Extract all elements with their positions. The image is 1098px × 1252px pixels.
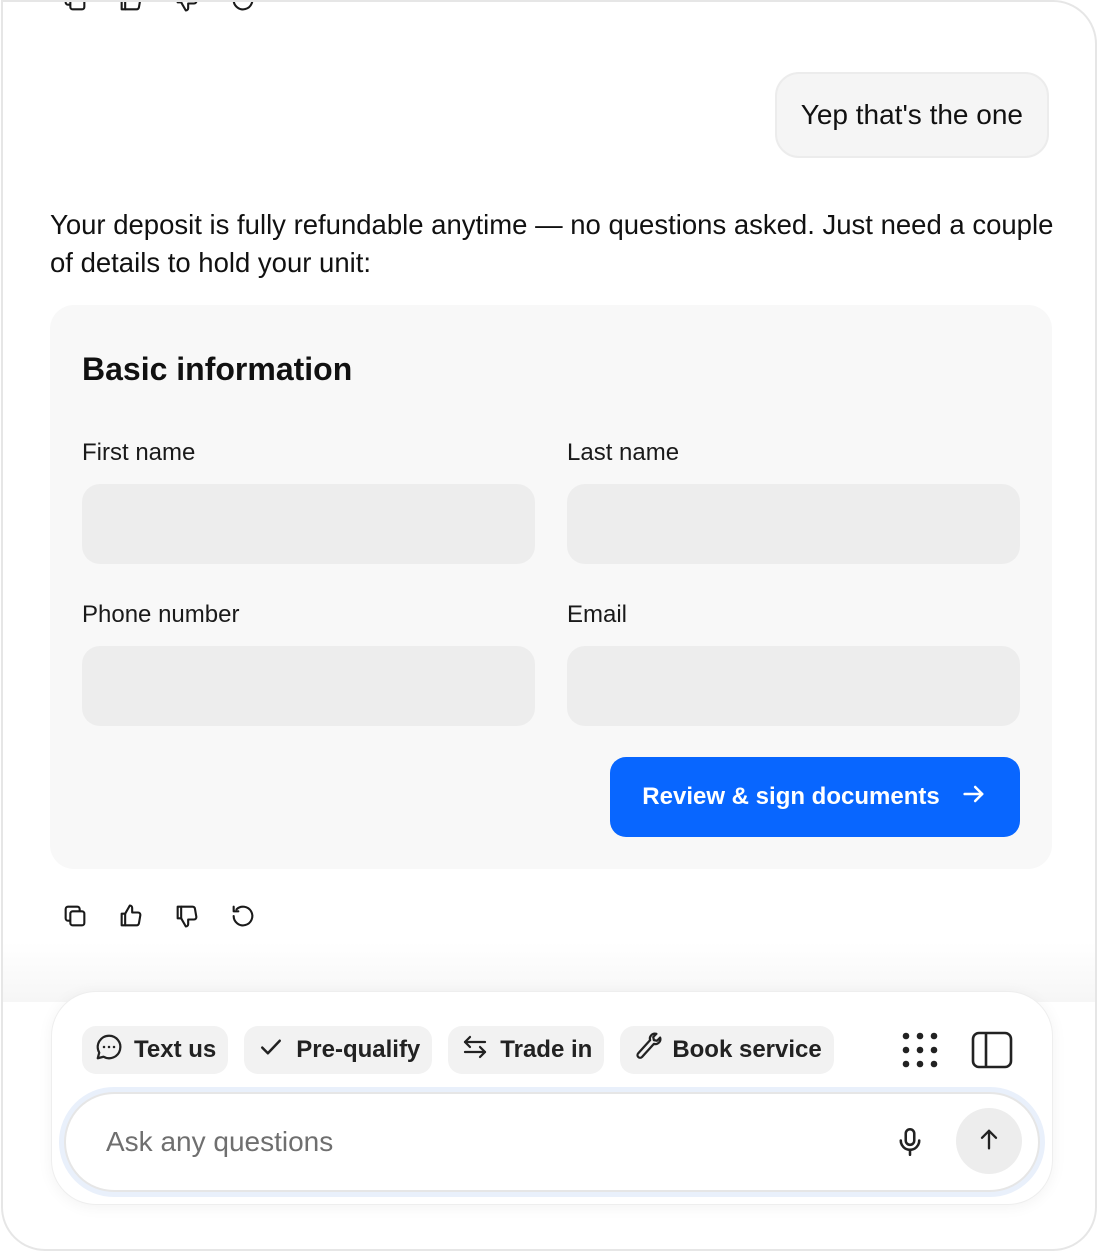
thumbs-down-icon[interactable] [171,900,203,932]
chip-label: Pre-qualify [296,1036,421,1063]
email-input[interactable] [567,646,1020,726]
phone-number-input[interactable] [82,646,535,726]
apps-grid-icon[interactable] [900,1030,940,1070]
chat-input[interactable] [106,1114,846,1170]
chat-window: Yep that's the one Your deposit is fully… [1,0,1097,1251]
first-name-input[interactable] [82,484,535,564]
message-composer: Text us Pre-qualify Trade in Book servic… [52,992,1052,1204]
regenerate-icon[interactable] [227,900,259,932]
copy-icon[interactable] [59,900,91,932]
user-message-bubble: Yep that's the one [774,72,1049,158]
copy-icon[interactable] [59,2,91,16]
arrow-right-icon [960,780,988,815]
swap-arrows-icon [460,1032,490,1069]
thumbs-up-icon[interactable] [115,2,147,16]
assistant-message-text: Your deposit is fully refundable anytime… [50,209,1054,278]
chat-bubble-icon [94,1032,124,1069]
form-title: Basic information [82,351,353,387]
basic-information-form: Basic information First name Last name P… [50,305,1052,869]
arrow-up-icon [975,1125,1003,1158]
wrench-icon [632,1032,662,1069]
first-name-label: First name [82,439,196,466]
book-service-chip[interactable]: Book service [620,1026,834,1074]
review-sign-documents-button[interactable]: Review & sign documents [610,757,1020,837]
previous-message-actions [59,2,259,16]
email-label: Email [567,601,628,628]
pre-qualify-chip[interactable]: Pre-qualify [244,1026,433,1074]
microphone-icon[interactable] [886,1118,934,1166]
regenerate-icon[interactable] [227,2,259,16]
chip-label: Trade in [500,1036,593,1063]
message-actions [59,900,259,932]
thumbs-up-icon[interactable] [115,900,147,932]
submit-button-label: Review & sign documents [642,783,940,810]
quick-action-chips: Text us Pre-qualify Trade in Book servic… [82,1026,834,1074]
trade-in-chip[interactable]: Trade in [448,1026,605,1074]
sidebar-panel-icon[interactable] [970,1030,1014,1070]
last-name-label: Last name [567,439,680,466]
last-name-input[interactable] [567,484,1020,564]
thumbs-down-icon[interactable] [171,2,203,16]
phone-number-label: Phone number [82,601,240,628]
chip-label: Book service [672,1036,822,1063]
chat-input-container [64,1092,1040,1192]
send-button[interactable] [956,1108,1022,1174]
text-us-chip[interactable]: Text us [82,1026,229,1074]
chip-label: Text us [134,1036,217,1063]
check-icon [256,1032,286,1069]
